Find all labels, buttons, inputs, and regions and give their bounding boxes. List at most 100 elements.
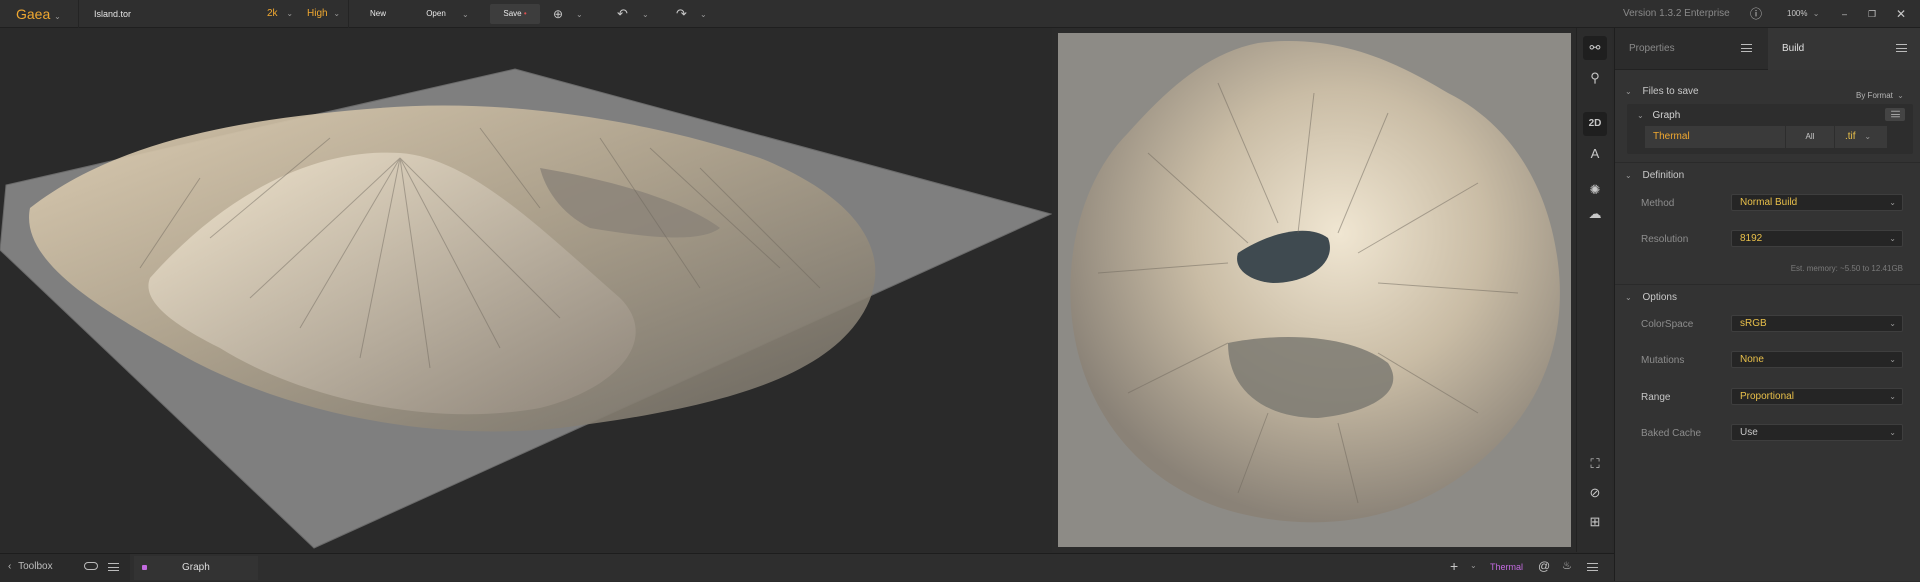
app-name: Gaea xyxy=(16,6,51,22)
tab-build[interactable]: Build xyxy=(1768,28,1920,70)
undo-menu-chevron[interactable]: ⌄ xyxy=(642,0,649,28)
bottom-bar: ‹ Toolbox Graph + ⌄ Thermal @ ♨ xyxy=(0,553,1614,582)
open-menu-chevron[interactable]: ⌄ xyxy=(462,0,469,28)
chevron-down-icon: ⌄ xyxy=(333,9,341,18)
link-icon[interactable]: ⚯ xyxy=(1583,36,1607,60)
quality-value: High xyxy=(307,8,328,19)
toggle-icon[interactable] xyxy=(84,562,98,570)
view-2d-toggle[interactable]: 2D xyxy=(1583,112,1607,136)
viewport-2d[interactable] xyxy=(1058,33,1571,547)
chevron-down-icon: ⌄ xyxy=(1889,198,1896,207)
close-icon[interactable]: ✕ xyxy=(1896,0,1906,28)
colorspace-dropdown[interactable]: sRGB ⌄ xyxy=(1731,315,1903,332)
format-dropdown[interactable]: .tif ⌄ xyxy=(1835,126,1887,148)
minimize-icon[interactable]: – xyxy=(1842,0,1847,28)
frame-icon[interactable]: ⛶ xyxy=(1583,452,1607,476)
chevron-down-icon: ⌄ xyxy=(1889,355,1896,364)
quality-dropdown[interactable]: High ⌄ xyxy=(307,0,340,28)
graph-tab-indicator xyxy=(142,565,147,570)
resolution-build-dropdown[interactable]: 8192 ⌄ xyxy=(1731,230,1903,247)
add-node-chevron[interactable]: ⌄ xyxy=(1470,560,1477,571)
chevron-down-icon: ⌄ xyxy=(642,10,649,19)
new-button[interactable]: New xyxy=(360,4,396,24)
tab-properties[interactable]: Properties xyxy=(1615,28,1767,70)
chevron-down-icon: ⌄ xyxy=(1625,293,1632,302)
method-dropdown[interactable]: Normal Build ⌄ xyxy=(1731,194,1903,211)
method-label: Method xyxy=(1641,198,1675,209)
menu-icon[interactable] xyxy=(1587,563,1598,574)
properties-panel: Properties Build ⌄ Files to save By Form… xyxy=(1614,28,1920,581)
scope-all[interactable]: All xyxy=(1786,126,1834,148)
add-node-icon[interactable]: + xyxy=(1450,558,1458,574)
graph-header[interactable]: ⌄ Graph xyxy=(1637,110,1680,121)
menu-icon[interactable] xyxy=(1896,44,1907,52)
files-to-save-header[interactable]: ⌄ Files to save xyxy=(1625,86,1699,97)
chevron-left-icon: ‹ xyxy=(8,561,12,572)
save-menu-chevron[interactable]: ⌄ xyxy=(576,0,583,28)
chevron-down-icon: ⌄ xyxy=(462,10,469,19)
chevron-down-icon: ⌄ xyxy=(1889,428,1896,437)
restore-icon[interactable]: ❐ xyxy=(1868,0,1876,28)
resolution-value: 2k xyxy=(267,8,278,19)
toolbox-label: Toolbox xyxy=(18,561,53,572)
menu-icon[interactable] xyxy=(108,563,119,574)
file-name: Island.tor xyxy=(94,9,132,19)
redo-icon[interactable]: ↷ xyxy=(676,0,687,28)
divider xyxy=(348,0,349,28)
island-topdown xyxy=(1070,41,1560,523)
baked-cache-value: Use xyxy=(1740,427,1758,438)
fire-icon[interactable]: ♨ xyxy=(1562,559,1572,572)
by-format-dropdown[interactable]: By Format ⌄ xyxy=(1856,91,1904,100)
tab-build-label: Build xyxy=(1782,43,1805,54)
mutations-dropdown[interactable]: None ⌄ xyxy=(1731,351,1903,368)
tab-properties-label: Properties xyxy=(1629,43,1675,54)
add-icon[interactable]: ⊕ xyxy=(553,0,563,28)
baked-cache-dropdown[interactable]: Use ⌄ xyxy=(1731,424,1903,441)
grid-icon[interactable]: ⊞ xyxy=(1583,510,1607,534)
terrain-3d-render xyxy=(0,68,1052,549)
definition-header[interactable]: ⌄ Definition xyxy=(1625,170,1684,181)
graph-menu-button[interactable] xyxy=(1885,108,1905,121)
help-icon[interactable]: ⓘ xyxy=(1750,0,1762,28)
menu-icon[interactable] xyxy=(1741,44,1752,52)
baked-cache-label: Baked Cache xyxy=(1641,428,1702,439)
colorspace-label: ColorSpace xyxy=(1641,319,1694,330)
save-button[interactable]: Save • xyxy=(490,4,540,24)
cloud-icon[interactable]: ☁ xyxy=(1583,202,1607,226)
chevron-down-icon: ⌄ xyxy=(576,10,583,19)
sun-icon[interactable]: ✺ xyxy=(1583,178,1607,202)
toolbox-toggle[interactable]: ‹ Toolbox xyxy=(8,561,53,572)
chevron-down-icon: ⌄ xyxy=(1889,319,1896,328)
chevron-down-icon: ⌄ xyxy=(1889,234,1896,243)
section-title: Files to save xyxy=(1642,86,1699,97)
chevron-down-icon: ⌄ xyxy=(1637,111,1644,120)
section-title: Definition xyxy=(1642,170,1685,181)
text-a-icon[interactable]: A xyxy=(1583,142,1607,166)
mutations-value: None xyxy=(1740,354,1764,365)
open-button[interactable]: Open xyxy=(418,4,454,24)
undo-icon[interactable]: ↶ xyxy=(617,0,628,28)
chevron-down-icon: ⌄ xyxy=(700,10,707,19)
zoom-dropdown[interactable]: 100% ⌄ xyxy=(1787,0,1819,28)
terrain-2d-render xyxy=(1070,41,1560,523)
app-menu[interactable]: Gaea ⌄ xyxy=(16,0,61,28)
graph-tab[interactable]: Graph xyxy=(134,556,258,580)
section-title: Options xyxy=(1642,292,1677,303)
graph-tab-label: Graph xyxy=(182,562,210,573)
version-label: Version 1.3.2 Enterprise xyxy=(1623,8,1730,19)
redo-menu-chevron[interactable]: ⌄ xyxy=(700,0,707,28)
resolution-label: Resolution xyxy=(1641,234,1689,245)
range-dropdown[interactable]: Proportional ⌄ xyxy=(1731,388,1903,405)
compass-icon[interactable]: ⊘ xyxy=(1583,481,1607,505)
options-header[interactable]: ⌄ Options xyxy=(1625,292,1677,303)
at-icon[interactable]: @ xyxy=(1538,559,1550,573)
divider xyxy=(1615,284,1920,285)
pin-icon[interactable]: ⚲ xyxy=(1583,66,1607,90)
divider xyxy=(1615,162,1920,163)
resolution-dropdown[interactable]: 2k ⌄ xyxy=(267,0,293,28)
range-value: Proportional xyxy=(1740,391,1794,402)
graph-title: Graph xyxy=(1652,110,1681,121)
viewport-3d[interactable] xyxy=(0,28,1052,552)
node-thermal-row[interactable]: Thermal xyxy=(1645,126,1785,148)
method-value: Normal Build xyxy=(1740,197,1798,208)
